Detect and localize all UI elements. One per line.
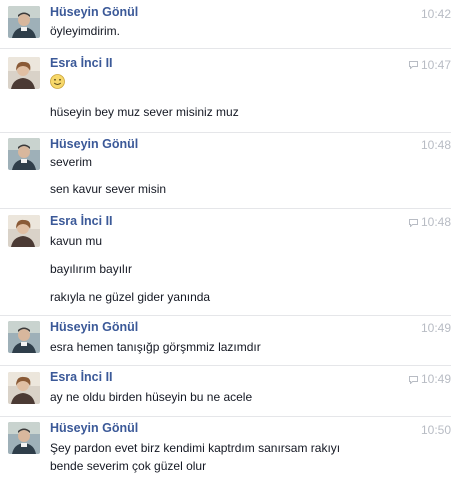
message-text: bayılırım bayılır (50, 262, 133, 276)
message-text: sen kavur sever misin (50, 182, 167, 196)
message-text: kavun mu (50, 234, 103, 248)
message-group: Esra İnci II 10:49 ay ne oldu birden hüs… (0, 365, 451, 417)
huseyin-avatar[interactable] (8, 138, 40, 170)
message-text: bende severim çok güzel olur (50, 459, 207, 473)
huseyin-avatar[interactable] (8, 6, 40, 38)
message-text: esra hemen tanışığp görşmmiz lazımdır (50, 340, 261, 354)
message-text: öyleyimdirim. (50, 24, 121, 38)
message-timestamp: 10:50 (420, 423, 451, 437)
message-text: ay ne oldu birden hüseyin bu ne acele (50, 390, 253, 404)
message-group: Hüseyin Gönül 10:48 severim sen kavur se… (0, 132, 451, 209)
message-group: Hüseyin Gönül 10:42 öyleyimdirim. (0, 0, 451, 48)
message-seen-icon (409, 376, 418, 384)
message-timestamp: 10:49 (420, 372, 451, 386)
message-timestamp: 10:48 (420, 215, 451, 229)
message-group: Hüseyin Gönül 10:49 esra hemen tanışığp … (0, 315, 451, 366)
message-timestamp: 10:47 (420, 58, 451, 72)
sender-name[interactable]: Esra İnci II (50, 370, 113, 384)
message-group: Esra İnci II 10:48 kavun mu bayılırım ba… (0, 208, 451, 316)
message-text: severim (50, 155, 93, 169)
huseyin-avatar[interactable] (8, 422, 40, 454)
esra-avatar[interactable] (8, 57, 40, 89)
message-timestamp: 10:49 (420, 321, 451, 335)
sender-name[interactable]: Esra İnci II (50, 56, 113, 70)
sender-name[interactable]: Hüseyin Gönül (50, 137, 138, 151)
message-timestamp: 10:42 (420, 7, 451, 21)
message-text: Şey pardon evet birz kendimi kaptrdım sa… (50, 441, 341, 455)
esra-avatar[interactable] (8, 215, 40, 247)
message-group: Hüseyin Gönül 10:50 Şey pardon evet birz… (0, 416, 451, 480)
huseyin-avatar[interactable] (8, 321, 40, 353)
slightly-smiling-face-icon (50, 74, 65, 89)
message-text: rakıyla ne güzel gider yanında (50, 290, 211, 304)
sender-name[interactable]: Hüseyin Gönül (50, 5, 138, 19)
esra-avatar[interactable] (8, 372, 40, 404)
message-text: hüseyin bey muz sever misiniz muz (50, 105, 239, 119)
message-seen-icon (409, 219, 418, 227)
message-timestamp: 10:48 (420, 138, 451, 152)
sender-name[interactable]: Esra İnci II (50, 214, 113, 228)
chat-conversation: Hüseyin Gönül 10:42 öyleyimdirim. Esra İ… (0, 0, 451, 479)
sender-name[interactable]: Hüseyin Gönül (50, 421, 138, 435)
message-group: Esra İnci II 10:47 hüseyin bey muz sever… (0, 48, 451, 133)
message-seen-icon (409, 61, 418, 69)
sender-name[interactable]: Hüseyin Gönül (50, 320, 138, 334)
